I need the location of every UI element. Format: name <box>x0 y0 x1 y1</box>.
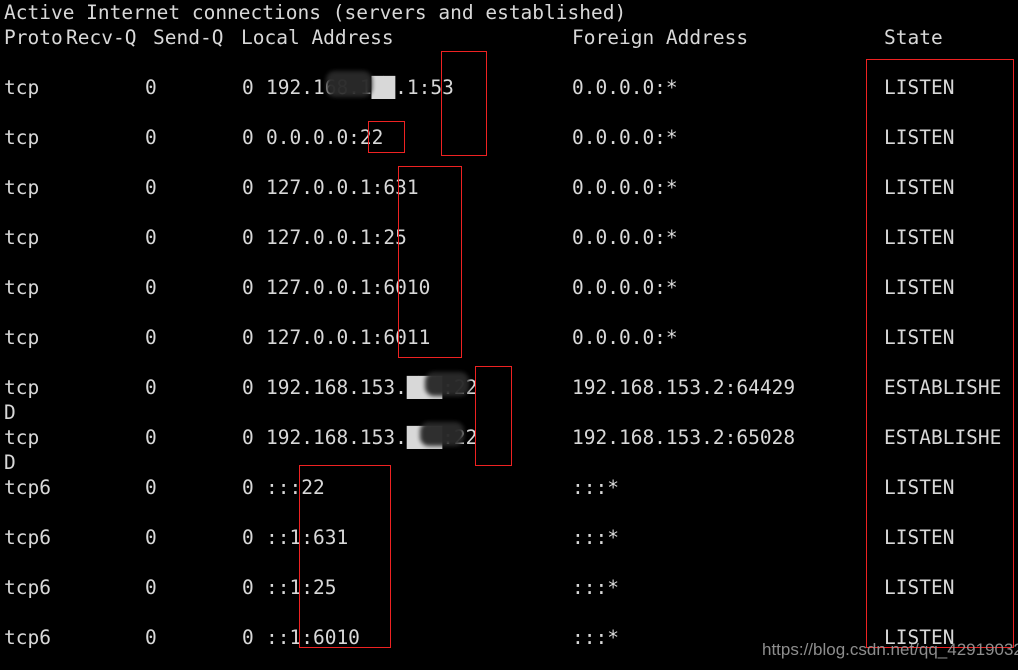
row-0-proto: tcp <box>4 76 40 99</box>
row-7-state-wrap: D <box>4 451 16 474</box>
terminal-title-line: Active Internet connections (servers and… <box>4 1 627 24</box>
row-5-proto: tcp <box>4 326 40 349</box>
row-7-proto: tcp <box>4 426 40 449</box>
row-3-local-address: 127.0.0.1:25 <box>266 226 407 249</box>
row-11-proto: tcp6 <box>4 626 51 649</box>
row-8-recvq: 0 <box>145 476 157 499</box>
row-9-proto: tcp6 <box>4 526 51 549</box>
row-7-recvq: 0 <box>145 426 157 449</box>
row-9-recvq: 0 <box>145 526 157 549</box>
row-1-foreign-address: 0.0.0.0:* <box>572 126 678 149</box>
row-2-foreign-address: 0.0.0.0:* <box>572 176 678 199</box>
row-9-sendq: 0 <box>242 526 254 549</box>
redacted-octet-row-8 <box>420 422 464 446</box>
row-7-foreign-address: 192.168.153.2:65028 <box>572 426 796 449</box>
terminal-screen: Active Internet connections (servers and… <box>0 0 1018 670</box>
row-2-local-address: 127.0.0.1:631 <box>266 176 419 199</box>
row-7-sendq: 0 <box>242 426 254 449</box>
row-6-recvq: 0 <box>145 376 157 399</box>
row-3-recvq: 0 <box>145 226 157 249</box>
port-22-highlight <box>368 121 405 153</box>
ports-631-25-6010-6011-highlight <box>398 166 462 358</box>
row-5-recvq: 0 <box>145 326 157 349</box>
state-column-highlight <box>866 59 1014 648</box>
row-4-recvq: 0 <box>145 276 157 299</box>
row-6-proto: tcp <box>4 376 40 399</box>
row-11-sendq: 0 <box>242 626 254 649</box>
column-header-state: State <box>884 26 943 49</box>
row-6-foreign-address: 192.168.153.2:64429 <box>572 376 796 399</box>
row-0-sendq: 0 <box>242 76 254 99</box>
row-6-state-wrap: D <box>4 401 16 424</box>
row-1-sendq: 0 <box>242 126 254 149</box>
row-5-foreign-address: 0.0.0.0:* <box>572 326 678 349</box>
row-0-recvq: 0 <box>145 76 157 99</box>
row-2-proto: tcp <box>4 176 40 199</box>
row-4-proto: tcp <box>4 276 40 299</box>
row-11-recvq: 0 <box>145 626 157 649</box>
row-1-recvq: 0 <box>145 126 157 149</box>
column-header-recvq: Recv-Q <box>66 26 137 49</box>
row-3-foreign-address: 0.0.0.0:* <box>572 226 678 249</box>
row-10-proto: tcp6 <box>4 576 51 599</box>
established-ports-highlight <box>475 366 512 466</box>
column-header-foreign-address: Foreign Address <box>572 26 749 49</box>
redacted-octet-row-7 <box>425 372 469 396</box>
redacted-octet-row-1 <box>326 71 372 97</box>
watermark: https://blog.csdn.net/qq_42919032 <box>762 640 1018 659</box>
row-2-sendq: 0 <box>242 176 254 199</box>
row-11-foreign-address: :::* <box>572 626 619 649</box>
row-1-local-address: 0.0.0.0:22 <box>266 126 384 149</box>
row-10-foreign-address: :::* <box>572 576 619 599</box>
row-8-foreign-address: :::* <box>572 476 619 499</box>
row-10-sendq: 0 <box>242 576 254 599</box>
row-0-foreign-address: 0.0.0.0:* <box>572 76 678 99</box>
port-53-highlight <box>441 51 487 156</box>
row-4-sendq: 0 <box>242 276 254 299</box>
row-1-proto: tcp <box>4 126 40 149</box>
row-3-proto: tcp <box>4 226 40 249</box>
row-5-sendq: 0 <box>242 326 254 349</box>
row-8-sendq: 0 <box>242 476 254 499</box>
row-6-sendq: 0 <box>242 376 254 399</box>
row-8-proto: tcp6 <box>4 476 51 499</box>
row-2-recvq: 0 <box>145 176 157 199</box>
column-header-proto: Proto <box>4 26 63 49</box>
row-9-foreign-address: :::* <box>572 526 619 549</box>
tcp6-local-addresses-highlight <box>299 465 391 648</box>
row-10-recvq: 0 <box>145 576 157 599</box>
row-4-foreign-address: 0.0.0.0:* <box>572 276 678 299</box>
column-header-local-address: Local Address <box>241 26 394 49</box>
column-header-sendq: Send-Q <box>153 26 224 49</box>
row-3-sendq: 0 <box>242 226 254 249</box>
